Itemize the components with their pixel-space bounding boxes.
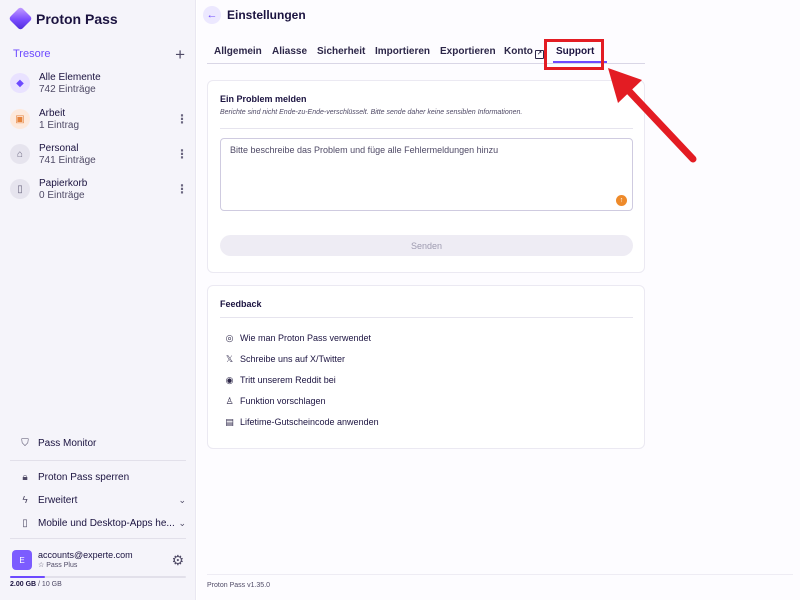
feedback-item-label: Tritt unserem Reddit bei	[240, 375, 336, 385]
feedback-item-label: Schreibe uns auf X/Twitter	[240, 354, 346, 364]
chevron-down-icon: ⌄	[178, 517, 186, 528]
x-twitter-icon: 𝕏	[225, 353, 234, 364]
card-divider	[220, 317, 633, 318]
briefcase-icon: ▣	[10, 109, 30, 129]
brand-name: Proton Pass	[36, 10, 118, 27]
vault-count: 741 Einträge	[39, 154, 96, 166]
report-title: Ein Problem melden	[220, 94, 307, 104]
tab-account[interactable]: Konto ↗	[504, 46, 544, 59]
feedback-item-reddit[interactable]: ◉ Tritt unserem Reddit bei	[224, 373, 336, 387]
trash-icon: ▯	[10, 179, 30, 199]
lock-icon: 🔒︎	[22, 471, 28, 483]
more-options-icon[interactable]: ⋮	[176, 147, 188, 161]
avatar: E	[12, 550, 32, 570]
vault-count: 742 Einträge	[39, 83, 96, 95]
tab-account-label: Konto	[504, 46, 533, 57]
vault-count: 1 Eintrag	[39, 119, 80, 131]
home-icon: ⌂	[10, 144, 30, 164]
vaults-title: Tresore	[13, 48, 51, 60]
diamond-icon: ◆	[10, 73, 30, 93]
problem-description-placeholder: Bitte beschreibe das Problem und füge al…	[230, 145, 499, 155]
lock-link[interactable]: 🔒︎ Proton Pass sperren	[18, 468, 186, 486]
tab-aliases[interactable]: Aliasse	[272, 46, 307, 57]
problem-description-input[interactable]: Bitte beschreibe das Problem und füge al…	[220, 138, 633, 211]
feedback-item-voucher[interactable]: ▤ Lifetime-Gutscheincode anwenden	[224, 415, 379, 429]
storage-total: / 10 GB	[38, 581, 62, 588]
lock-label: Proton Pass sperren	[38, 471, 130, 483]
life-ring-icon: ◎	[225, 332, 234, 343]
more-options-icon[interactable]: ⋮	[176, 182, 188, 196]
storage-text: 2.00 GB / 10 GB	[10, 581, 62, 588]
feedback-item-label: Funktion vorschlagen	[240, 396, 326, 406]
advanced-label: Erweitert	[38, 494, 78, 506]
card-divider	[220, 128, 633, 129]
lightbulb-icon: ♙	[225, 395, 234, 406]
storage-used: 2.00 GB	[10, 581, 37, 588]
brand[interactable]: Proton Pass	[8, 6, 118, 31]
vault-item-all[interactable]: ◆ Alle Elemente 742 Einträge	[10, 68, 186, 98]
star-icon: ☆	[38, 561, 47, 569]
account-plan: ☆ Pass Plus	[38, 561, 133, 571]
annotation-highlight-box	[544, 39, 604, 70]
mobile-icon: ▯	[22, 517, 28, 529]
upload-icon[interactable]: ↑	[616, 195, 627, 206]
vault-item-trash[interactable]: ▯ Papierkorb 0 Einträge ⋮	[10, 174, 188, 204]
back-arrow-icon[interactable]: ←	[203, 6, 221, 24]
page-title: Einstellungen	[227, 8, 306, 22]
tab-import[interactable]: Importieren	[375, 46, 430, 57]
plus-icon[interactable]: +	[175, 46, 185, 63]
account-email: accounts@experte.com	[38, 549, 133, 560]
storage-progress-bar	[10, 576, 186, 578]
tab-general[interactable]: Allgemein	[214, 46, 262, 57]
external-link-icon: ↗	[534, 50, 544, 59]
feedback-item-label: Lifetime-Gutscheincode anwenden	[240, 417, 379, 427]
report-problem-card: Ein Problem melden Berichte sind nicht E…	[207, 80, 645, 273]
feedback-title: Feedback	[220, 299, 262, 309]
app-version: Proton Pass v1.35.0	[207, 582, 271, 589]
advanced-menu[interactable]: ϟ Erweitert ⌄	[18, 491, 186, 509]
chevron-down-icon: ⌄	[178, 494, 186, 505]
vault-name: Personal	[39, 142, 79, 154]
feedback-item-suggest[interactable]: ♙ Funktion vorschlagen	[224, 394, 326, 408]
gear-icon[interactable]: ⚙	[171, 552, 184, 569]
account-panel[interactable]: E accounts@experte.com ☆ Pass Plus ⚙	[12, 549, 188, 571]
main-content: ← Einstellungen Allgemein Aliasse Sicher…	[197, 0, 800, 600]
apps-menu[interactable]: ▯ Mobile und Desktop-Apps he... ⌄	[18, 514, 186, 532]
vault-item-work[interactable]: ▣ Arbeit 1 Eintrag ⋮	[10, 104, 188, 134]
more-options-icon[interactable]: ⋮	[176, 112, 188, 126]
footer-divider	[207, 574, 793, 575]
gift-icon: ▤	[225, 416, 234, 427]
account-plan-label: Pass Plus	[46, 561, 78, 569]
reddit-icon: ◉	[225, 374, 234, 385]
shield-icon: ⛉	[21, 437, 29, 449]
tab-security[interactable]: Sicherheit	[317, 46, 365, 57]
sidebar: Proton Pass Tresore + ◆ Alle Elemente 74…	[0, 0, 196, 600]
vault-name: Arbeit	[39, 107, 66, 119]
pass-monitor-label: Pass Monitor	[38, 437, 97, 449]
tab-export[interactable]: Exportieren	[440, 46, 496, 57]
vault-name: Papierkorb	[39, 177, 88, 189]
vault-count: 0 Einträge	[39, 189, 85, 201]
vault-item-personal[interactable]: ⌂ Personal 741 Einträge ⋮	[10, 139, 188, 169]
vault-name: Alle Elemente	[39, 71, 101, 83]
apps-label: Mobile und Desktop-Apps he...	[38, 517, 175, 529]
feedback-item-twitter[interactable]: 𝕏 Schreibe uns auf X/Twitter	[224, 352, 345, 366]
bolt-icon: ϟ	[22, 494, 28, 506]
pass-monitor-link[interactable]: ⛉ Pass Monitor	[18, 434, 186, 452]
feedback-card: Feedback ◎ Wie man Proton Pass verwendet…	[207, 285, 645, 449]
feedback-item-how-to[interactable]: ◎ Wie man Proton Pass verwendet	[224, 331, 372, 345]
feedback-item-label: Wie man Proton Pass verwendet	[240, 333, 372, 343]
vaults-header: Tresore +	[13, 46, 185, 63]
sidebar-divider	[10, 460, 186, 461]
send-button[interactable]: Senden	[220, 235, 633, 256]
proton-pass-logo-icon	[8, 6, 33, 31]
sidebar-divider	[10, 538, 186, 539]
storage-progress-fill	[10, 576, 46, 578]
report-subtitle: Berichte sind nicht Ende-zu-Ende-verschl…	[220, 109, 523, 116]
